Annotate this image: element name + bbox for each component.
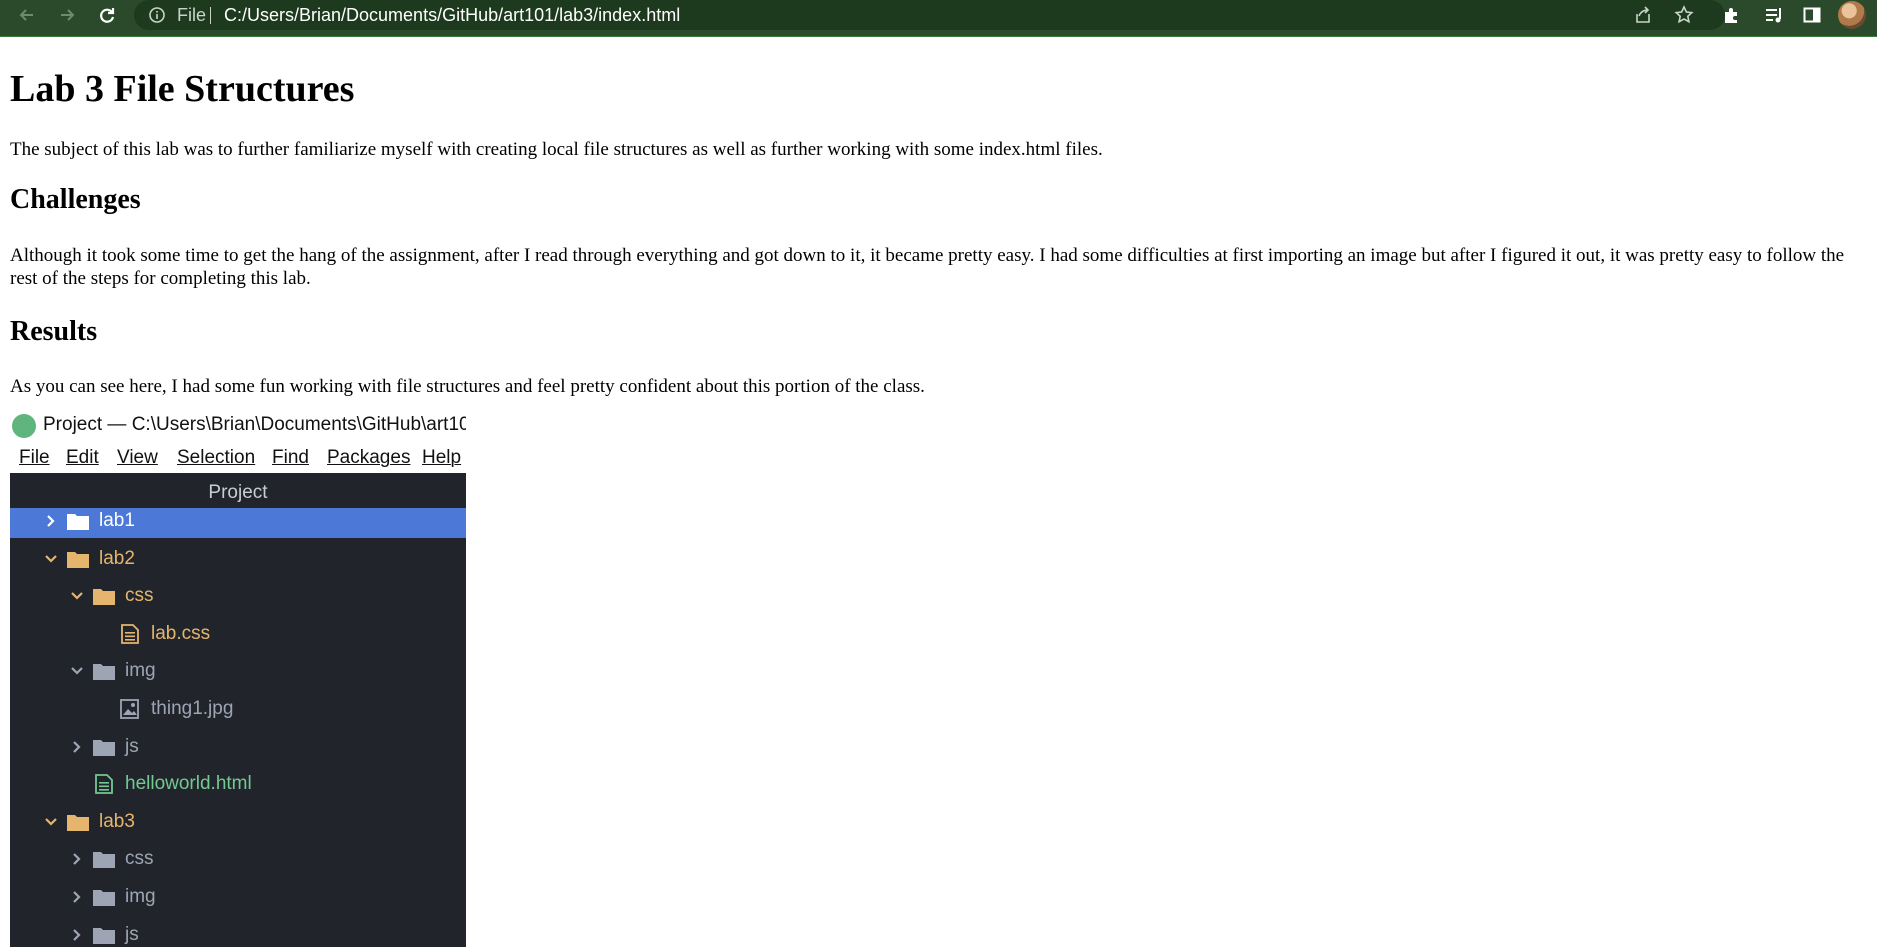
tree-item-label: lab2 (99, 547, 135, 569)
tree-row-lab2: lab2 (10, 546, 466, 576)
tree-row-img: img (10, 658, 466, 688)
editor-titlebar: Project — C:\Users\Brian\Documents\GitHu… (10, 410, 466, 444)
chevron-down-icon (70, 664, 84, 678)
extensions-puzzle-icon[interactable] (1720, 3, 1744, 27)
tree-row-js: js (10, 734, 466, 764)
menu-find: Find (272, 447, 309, 468)
atom-logo-icon (12, 414, 36, 438)
back-arrow-icon[interactable] (14, 2, 40, 28)
project-tree-panel: Project lab1 lab2 css lab.css img thing1.jpg j… (10, 473, 466, 947)
folder-icon (92, 737, 116, 757)
tree-row-js: js (10, 922, 466, 947)
tree-row-thing1-jpg: thing1.jpg (10, 696, 466, 726)
tree-row-lab-css: lab.css (10, 621, 466, 651)
tree-row-lab3: lab3 (10, 809, 466, 839)
media-queue-icon[interactable] (1762, 3, 1786, 27)
folder-icon (92, 887, 116, 907)
chevron-right-icon (70, 852, 84, 866)
folder-icon (92, 586, 116, 606)
text-file-icon (118, 623, 142, 644)
chevron-right-icon (70, 890, 84, 904)
tree-item-label: helloworld.html (125, 773, 252, 795)
page-title: Lab 3 File Structures (10, 68, 355, 110)
side-panel-icon[interactable] (1800, 3, 1824, 27)
challenges-heading: Challenges (10, 184, 141, 215)
folder-icon (66, 549, 90, 569)
tree-row-img: img (10, 884, 466, 914)
project-panel-title: Project (208, 482, 268, 503)
menu-edit: Edit (66, 447, 99, 468)
url-text[interactable]: C:/Users/Brian/Documents/GitHub/art101/l… (224, 5, 680, 26)
tree-item-label: css (125, 585, 154, 607)
menu-packages: Packages (327, 447, 411, 468)
results-paragraph: As you can see here, I had some fun work… (10, 376, 925, 397)
menu-file: File (19, 447, 50, 468)
results-heading: Results (10, 316, 98, 347)
info-icon[interactable] (148, 6, 166, 24)
tree-row-helloworld-html: helloworld.html (10, 771, 466, 801)
tree-item-label: lab1 (99, 510, 135, 531)
tree-item-label: css (125, 848, 154, 870)
chevron-down-icon (70, 589, 84, 603)
reload-icon[interactable] (94, 2, 120, 28)
intro-paragraph: The subject of this lab was to further f… (10, 139, 1103, 160)
menu-view: View (117, 447, 158, 468)
chevron-right-icon (70, 928, 84, 942)
url-scheme-label: File (177, 5, 207, 25)
tree-item-label: img (125, 886, 156, 907)
tree-row-css: css (10, 583, 466, 613)
browser-toolbar: File C:/Users/Brian/Documents/GitHub/art… (0, 0, 1877, 37)
folder-icon (92, 661, 116, 681)
image-file-icon (118, 699, 142, 719)
tree-item-label: lab.css (151, 622, 211, 644)
challenges-paragraph: Although it took some time to get the ha… (10, 245, 1845, 289)
tree-item-label: js (125, 923, 139, 945)
address-bar[interactable]: File C:/Users/Brian/Documents/GitHub/art… (134, 0, 1725, 30)
folder-icon (92, 925, 116, 945)
tree-item-label: thing1.jpg (151, 698, 234, 719)
chevron-right-icon (70, 740, 84, 754)
tree-row-lab1: lab1 (10, 508, 466, 538)
menu-selection: Selection (177, 447, 256, 468)
folder-icon (92, 849, 116, 869)
editor-screenshot-image: Project — C:\Users\Brian\Documents\GitHu… (10, 410, 466, 947)
editor-window-title: Project — C:\Users\Brian\Documents\GitHu… (43, 414, 466, 435)
folder-icon (66, 511, 90, 531)
tree-item-label: js (125, 735, 139, 757)
chevron-down-icon (44, 815, 58, 829)
forward-arrow-icon[interactable] (54, 2, 80, 28)
tree-row-css: css (10, 846, 466, 876)
share-icon[interactable] (1631, 3, 1655, 27)
chevron-down-icon (44, 552, 58, 566)
profile-avatar[interactable] (1838, 1, 1866, 29)
chevron-right-icon (44, 514, 58, 528)
tree-item-label: img (125, 660, 156, 682)
text-file-icon (92, 774, 116, 795)
tree-item-label: lab3 (99, 810, 135, 832)
menu-help: Help (422, 447, 462, 468)
bookmark-star-icon[interactable] (1672, 3, 1696, 27)
url-separator (210, 7, 211, 24)
folder-icon (66, 812, 90, 832)
